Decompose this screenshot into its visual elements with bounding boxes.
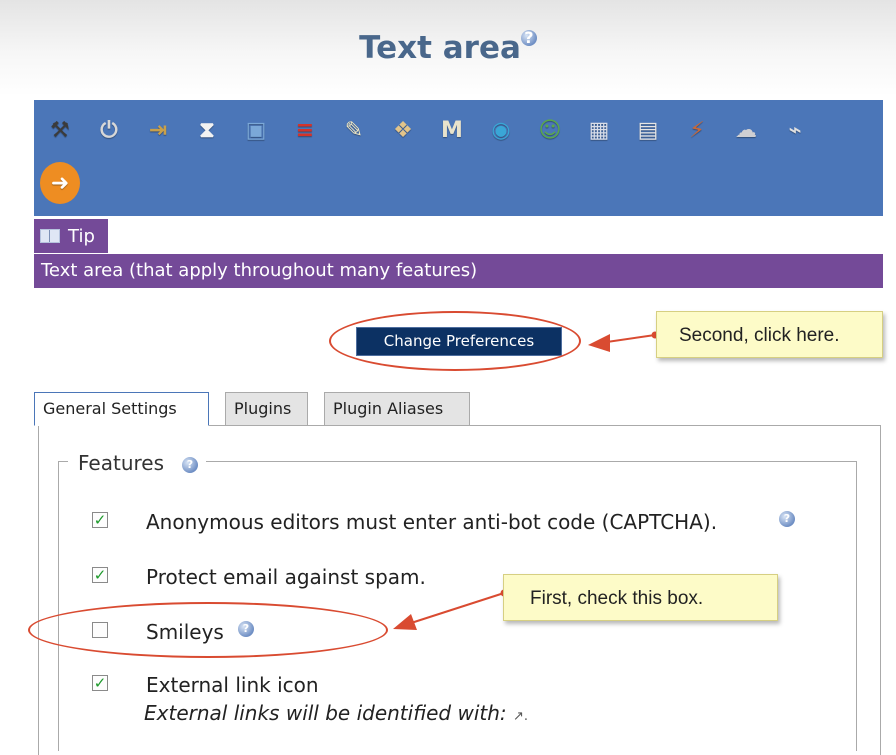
- callout-first-text: First, check this box.: [530, 588, 704, 609]
- tab-general-settings-label: General Settings: [43, 399, 177, 418]
- tab-general-settings[interactable]: General Settings: [34, 392, 209, 426]
- help-icon[interactable]: ?: [779, 511, 795, 527]
- tab-plugins[interactable]: Plugins: [225, 392, 308, 426]
- callout-first: First, check this box.: [503, 574, 778, 621]
- option-captcha-label: Anonymous editors must enter anti-bot co…: [146, 510, 718, 534]
- callout-second: Second, click here.: [656, 311, 883, 358]
- tab-plugin-aliases[interactable]: Plugin Aliases: [324, 392, 470, 426]
- external-link-note-text: External links will be identified with:: [144, 701, 514, 725]
- checkbox-captcha[interactable]: ✓: [92, 512, 108, 528]
- option-external-link-label: External link icon: [146, 673, 319, 697]
- annotation-ellipse-smileys: [28, 602, 388, 658]
- features-legend-text: Features: [78, 451, 164, 475]
- external-link-icon: ↗.: [513, 709, 529, 724]
- checkbox-external-link[interactable]: ✓: [92, 675, 108, 691]
- tab-plugins-label: Plugins: [234, 399, 292, 418]
- features-legend: Features?: [68, 450, 206, 476]
- option-protect-email-label: Protect email against spam.: [146, 565, 426, 589]
- tab-plugin-aliases-label: Plugin Aliases: [333, 399, 444, 418]
- callout-second-text: Second, click here.: [679, 325, 840, 346]
- annotation-arrowhead-second: [588, 334, 610, 352]
- help-icon[interactable]: ?: [182, 456, 198, 473]
- external-link-note: External links will be identified with: …: [144, 701, 528, 725]
- checkbox-protect-email[interactable]: ✓: [92, 567, 108, 583]
